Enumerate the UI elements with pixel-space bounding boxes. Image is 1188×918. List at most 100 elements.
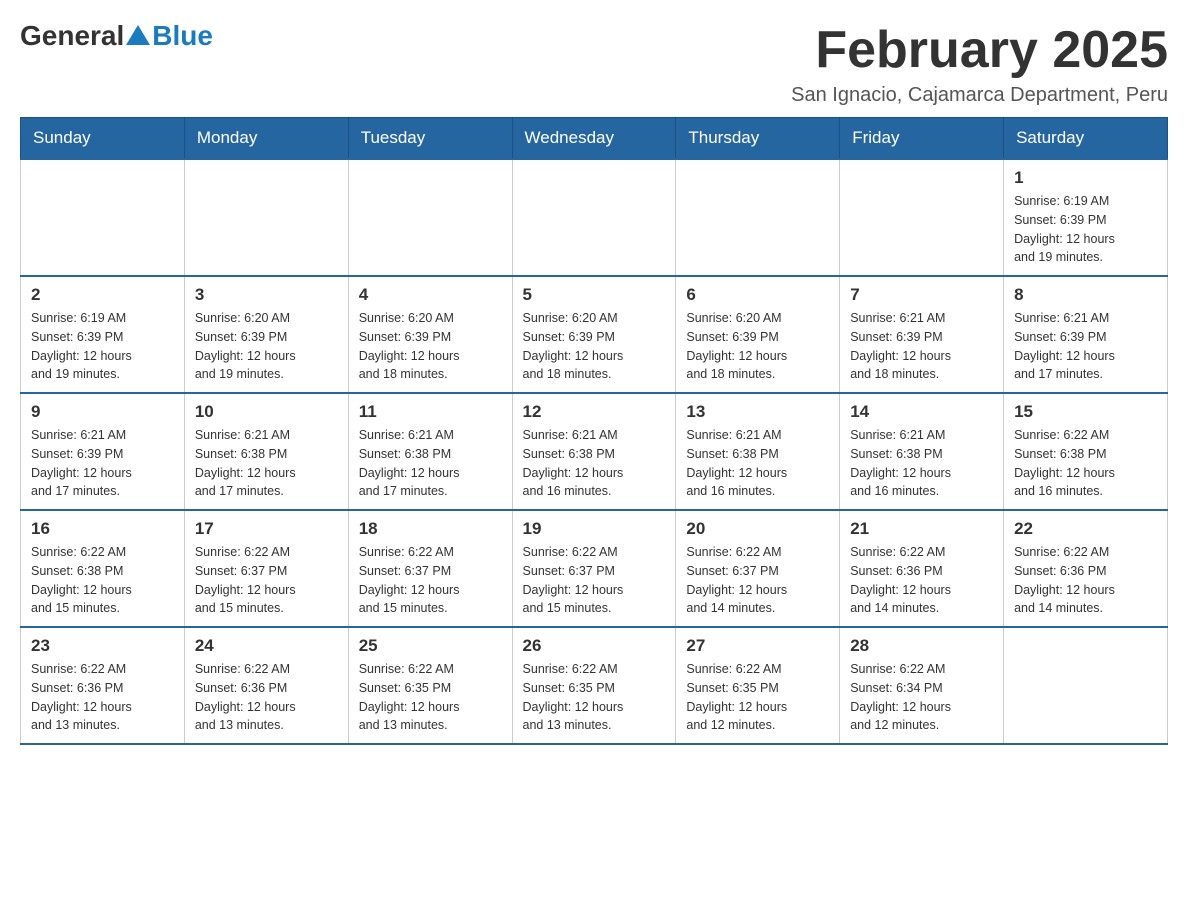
calendar-cell bbox=[21, 159, 185, 276]
calendar-cell: 9 Sunrise: 6:21 AM Sunset: 6:39 PM Daylig… bbox=[21, 393, 185, 510]
calendar-cell: 10 Sunrise: 6:21 AM Sunset: 6:38 PM Dayli… bbox=[184, 393, 348, 510]
calendar-cell bbox=[184, 159, 348, 276]
day-info: Sunrise: 6:22 AM Sunset: 6:35 PM Dayligh… bbox=[686, 660, 829, 735]
weekday-header: Wednesday bbox=[512, 118, 676, 160]
day-info: Sunrise: 6:21 AM Sunset: 6:39 PM Dayligh… bbox=[31, 426, 174, 501]
calendar-cell: 6Sunrise: 6:20 AM Sunset: 6:39 PM Daylig… bbox=[676, 276, 840, 393]
day-number: 1 bbox=[1014, 168, 1157, 188]
calendar-cell: 12 Sunrise: 6:21 AM Sunset: 6:38 PM Dayli… bbox=[512, 393, 676, 510]
calendar-cell: 5Sunrise: 6:20 AM Sunset: 6:39 PM Daylig… bbox=[512, 276, 676, 393]
day-info: Sunrise: 6:22 AM Sunset: 6:37 PM Dayligh… bbox=[523, 543, 666, 618]
day-info: Sunrise: 6:21 AM Sunset: 6:38 PM Dayligh… bbox=[195, 426, 338, 501]
calendar-cell bbox=[348, 159, 512, 276]
day-number: 12 bbox=[523, 402, 666, 422]
calendar-cell bbox=[676, 159, 840, 276]
day-number: 8 bbox=[1014, 285, 1157, 305]
day-number: 28 bbox=[850, 636, 993, 656]
logo-blue: Blue bbox=[152, 20, 213, 52]
calendar-cell bbox=[1004, 627, 1168, 744]
day-info: Sunrise: 6:22 AM Sunset: 6:36 PM Dayligh… bbox=[195, 660, 338, 735]
week-row: 9 Sunrise: 6:21 AM Sunset: 6:39 PM Daylig… bbox=[21, 393, 1168, 510]
day-number: 21 bbox=[850, 519, 993, 539]
calendar-cell bbox=[840, 159, 1004, 276]
calendar-cell: 15Sunrise: 6:22 AM Sunset: 6:38 PM Dayli… bbox=[1004, 393, 1168, 510]
day-info: Sunrise: 6:22 AM Sunset: 6:37 PM Dayligh… bbox=[359, 543, 502, 618]
day-number: 17 bbox=[195, 519, 338, 539]
day-number: 18 bbox=[359, 519, 502, 539]
calendar-cell: 19 Sunrise: 6:22 AM Sunset: 6:37 PM Dayli… bbox=[512, 510, 676, 627]
calendar-cell: 8 Sunrise: 6:21 AM Sunset: 6:39 PM Daylig… bbox=[1004, 276, 1168, 393]
calendar-cell: 28 Sunrise: 6:22 AM Sunset: 6:34 PM Dayli… bbox=[840, 627, 1004, 744]
calendar-cell: 11 Sunrise: 6:21 AM Sunset: 6:38 PM Dayli… bbox=[348, 393, 512, 510]
day-info: Sunrise: 6:21 AM Sunset: 6:39 PM Dayligh… bbox=[1014, 309, 1157, 384]
logo-triangle-icon bbox=[126, 25, 150, 45]
logo: General Blue bbox=[20, 20, 213, 52]
week-row: 2 Sunrise: 6:19 AM Sunset: 6:39 PM Daylig… bbox=[21, 276, 1168, 393]
day-number: 7 bbox=[850, 285, 993, 305]
weekday-header: Tuesday bbox=[348, 118, 512, 160]
page-header: General Blue February 2025 San Ignacio, … bbox=[20, 20, 1168, 107]
calendar-cell: 7 Sunrise: 6:21 AM Sunset: 6:39 PM Daylig… bbox=[840, 276, 1004, 393]
calendar-cell: 23 Sunrise: 6:22 AM Sunset: 6:36 PM Dayli… bbox=[21, 627, 185, 744]
calendar-cell: 2 Sunrise: 6:19 AM Sunset: 6:39 PM Daylig… bbox=[21, 276, 185, 393]
day-number: 25 bbox=[359, 636, 502, 656]
week-row: 16 Sunrise: 6:22 AM Sunset: 6:38 PM Dayli… bbox=[21, 510, 1168, 627]
day-number: 26 bbox=[523, 636, 666, 656]
day-info: Sunrise: 6:21 AM Sunset: 6:38 PM Dayligh… bbox=[850, 426, 993, 501]
calendar-cell: 17 Sunrise: 6:22 AM Sunset: 6:37 PM Dayli… bbox=[184, 510, 348, 627]
day-number: 6 bbox=[686, 285, 829, 305]
day-info: Sunrise: 6:20 AM Sunset: 6:39 PM Dayligh… bbox=[359, 309, 502, 384]
calendar-cell: 25 Sunrise: 6:22 AM Sunset: 6:35 PM Dayli… bbox=[348, 627, 512, 744]
calendar-cell: 14 Sunrise: 6:21 AM Sunset: 6:38 PM Dayli… bbox=[840, 393, 1004, 510]
day-number: 22 bbox=[1014, 519, 1157, 539]
day-info: Sunrise: 6:22 AM Sunset: 6:36 PM Dayligh… bbox=[1014, 543, 1157, 618]
weekday-header-row: SundayMondayTuesdayWednesdayThursdayFrid… bbox=[21, 118, 1168, 160]
weekday-header: Thursday bbox=[676, 118, 840, 160]
day-number: 20 bbox=[686, 519, 829, 539]
weekday-header: Sunday bbox=[21, 118, 185, 160]
day-number: 23 bbox=[31, 636, 174, 656]
day-number: 24 bbox=[195, 636, 338, 656]
day-number: 3 bbox=[195, 285, 338, 305]
day-number: 27 bbox=[686, 636, 829, 656]
day-info: Sunrise: 6:22 AM Sunset: 6:38 PM Dayligh… bbox=[31, 543, 174, 618]
day-number: 15 bbox=[1014, 402, 1157, 422]
calendar-cell bbox=[512, 159, 676, 276]
day-info: Sunrise: 6:19 AM Sunset: 6:39 PM Dayligh… bbox=[31, 309, 174, 384]
day-info: Sunrise: 6:20 AM Sunset: 6:39 PM Dayligh… bbox=[195, 309, 338, 384]
logo-blue-part: Blue bbox=[124, 20, 213, 52]
day-info: Sunrise: 6:20 AM Sunset: 6:39 PM Dayligh… bbox=[523, 309, 666, 384]
logo-text: General Blue bbox=[20, 20, 213, 52]
day-info: Sunrise: 6:22 AM Sunset: 6:34 PM Dayligh… bbox=[850, 660, 993, 735]
day-number: 2 bbox=[31, 285, 174, 305]
day-info: Sunrise: 6:21 AM Sunset: 6:38 PM Dayligh… bbox=[523, 426, 666, 501]
day-info: Sunrise: 6:22 AM Sunset: 6:37 PM Dayligh… bbox=[195, 543, 338, 618]
calendar-cell: 27 Sunrise: 6:22 AM Sunset: 6:35 PM Dayli… bbox=[676, 627, 840, 744]
calendar-cell: 22 Sunrise: 6:22 AM Sunset: 6:36 PM Dayli… bbox=[1004, 510, 1168, 627]
day-info: Sunrise: 6:22 AM Sunset: 6:36 PM Dayligh… bbox=[31, 660, 174, 735]
weekday-header: Saturday bbox=[1004, 118, 1168, 160]
calendar-cell: 16 Sunrise: 6:22 AM Sunset: 6:38 PM Dayli… bbox=[21, 510, 185, 627]
calendar-cell: 4 Sunrise: 6:20 AM Sunset: 6:39 PM Daylig… bbox=[348, 276, 512, 393]
day-number: 11 bbox=[359, 402, 502, 422]
calendar-cell: 20Sunrise: 6:22 AM Sunset: 6:37 PM Dayli… bbox=[676, 510, 840, 627]
day-info: Sunrise: 6:22 AM Sunset: 6:35 PM Dayligh… bbox=[359, 660, 502, 735]
day-info: Sunrise: 6:21 AM Sunset: 6:39 PM Dayligh… bbox=[850, 309, 993, 384]
day-number: 13 bbox=[686, 402, 829, 422]
subtitle: San Ignacio, Cajamarca Department, Peru bbox=[791, 84, 1168, 107]
main-title: February 2025 bbox=[791, 20, 1168, 80]
logo-general: General bbox=[20, 20, 124, 52]
day-info: Sunrise: 6:21 AM Sunset: 6:38 PM Dayligh… bbox=[359, 426, 502, 501]
weekday-header: Monday bbox=[184, 118, 348, 160]
day-number: 16 bbox=[31, 519, 174, 539]
day-number: 4 bbox=[359, 285, 502, 305]
calendar-cell: 13Sunrise: 6:21 AM Sunset: 6:38 PM Dayli… bbox=[676, 393, 840, 510]
calendar-cell: 24 Sunrise: 6:22 AM Sunset: 6:36 PM Dayli… bbox=[184, 627, 348, 744]
day-number: 19 bbox=[523, 519, 666, 539]
day-number: 9 bbox=[31, 402, 174, 422]
day-number: 10 bbox=[195, 402, 338, 422]
day-number: 14 bbox=[850, 402, 993, 422]
day-info: Sunrise: 6:19 AM Sunset: 6:39 PM Dayligh… bbox=[1014, 192, 1157, 267]
day-info: Sunrise: 6:22 AM Sunset: 6:35 PM Dayligh… bbox=[523, 660, 666, 735]
week-row: 23 Sunrise: 6:22 AM Sunset: 6:36 PM Dayli… bbox=[21, 627, 1168, 744]
